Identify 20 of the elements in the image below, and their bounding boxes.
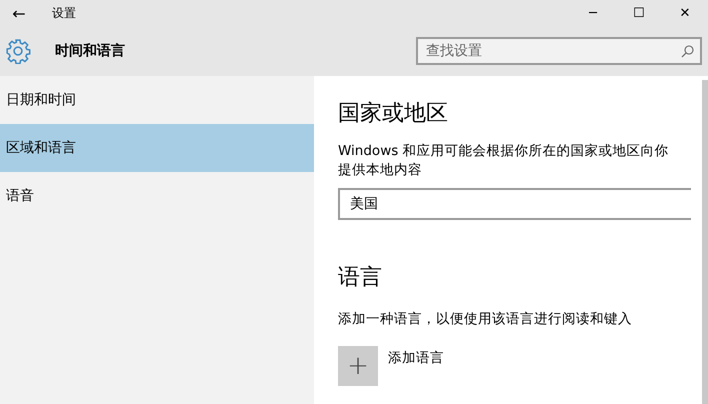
section-heading: 语言: [338, 264, 383, 292]
language-description: 添加一种语言，以便使用该语言进行阅读和键入: [338, 310, 633, 328]
maximize-button[interactable]: ☐: [616, 0, 662, 26]
scrollbar[interactable]: [702, 80, 708, 404]
sidebar-item[interactable]: 日期和时间: [0, 76, 314, 124]
region-dropdown[interactable]: 美国: [338, 188, 691, 220]
add-language-label: 添加语言: [388, 349, 444, 368]
sidebar-item[interactable]: 语音: [0, 172, 314, 220]
window-title: 设置: [52, 4, 76, 22]
page-title: 时间和语言: [55, 42, 125, 60]
close-button[interactable]: ✕: [662, 0, 708, 26]
search-icon: [681, 45, 694, 58]
minimize-button[interactable]: ─: [570, 0, 616, 26]
settings-icon: [5, 38, 31, 64]
back-button[interactable]: ←: [0, 0, 38, 26]
add-language-button[interactable]: +: [338, 346, 378, 386]
search-field[interactable]: 查找设置: [416, 37, 702, 65]
section-heading: 国家或地区: [338, 100, 449, 128]
region-description: Windows 和应用可能会根据你所在的国家或地区向你提供本地内容: [338, 142, 669, 180]
sidebar-item[interactable]: 区域和语言: [0, 124, 314, 172]
